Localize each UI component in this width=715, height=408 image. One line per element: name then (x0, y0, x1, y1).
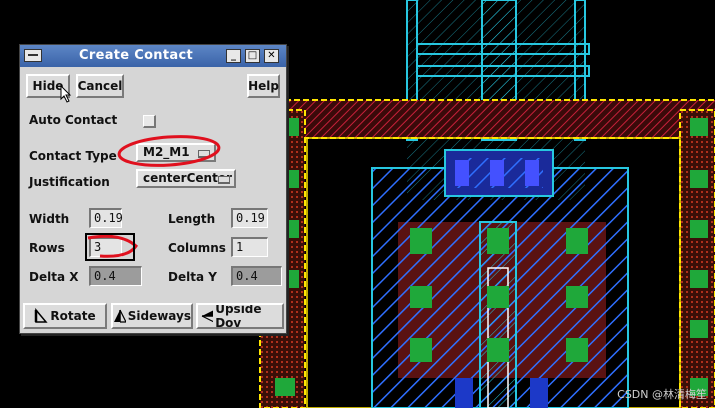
annotation-layer (85, 135, 221, 261)
rows-highlight-mark (87, 234, 138, 258)
mouse-cursor-icon (60, 85, 72, 103)
watermark: CSDN @林清梅笙 (617, 388, 707, 401)
contact-type-highlight-circle (117, 135, 221, 167)
